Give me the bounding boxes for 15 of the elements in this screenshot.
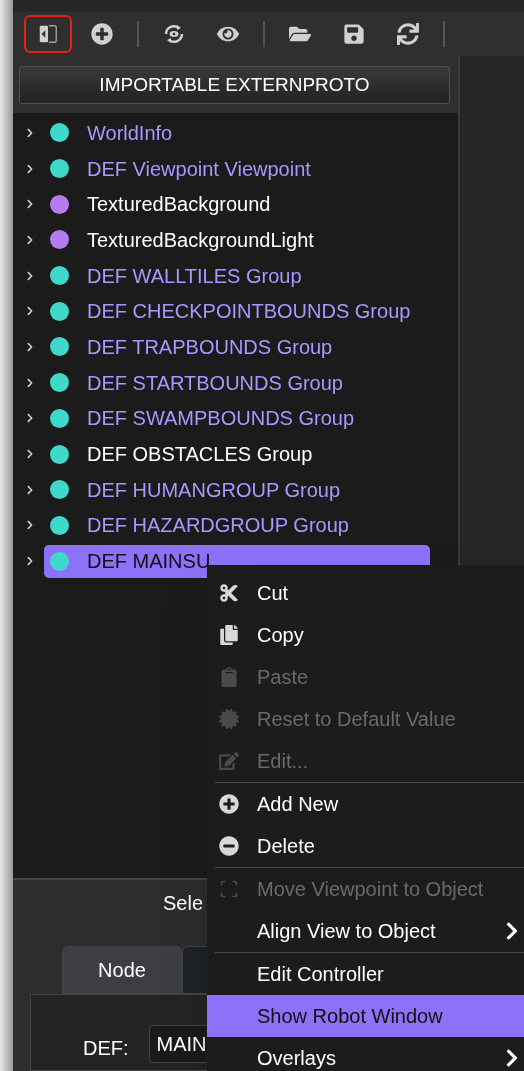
node-label: DEF HUMANGROUP Group xyxy=(87,477,340,503)
panel-title: Sele xyxy=(163,891,204,916)
def-label: DEF: xyxy=(83,1036,129,1061)
node-label: DEF HAZARDGROUP Group xyxy=(87,513,349,539)
node-label: DEF Viewpoint Viewpoint xyxy=(87,156,311,182)
node-label: DEF SWAMPBOUNDS Group xyxy=(87,406,355,432)
node-label: DEF MAINSU xyxy=(87,549,211,575)
node-label: TexturedBackgroundLight xyxy=(87,227,314,253)
node-label: DEF OBSTACLES Group xyxy=(87,442,313,468)
node-label: DEF WALLTILES Group xyxy=(87,263,302,289)
node-label: TexturedBackground xyxy=(87,192,271,218)
node-label: DEF TRAPBOUNDS Group xyxy=(87,334,333,360)
node-label: WorldInfo xyxy=(87,120,173,146)
node-label: DEF CHECKPOINTBOUNDS Group xyxy=(87,299,411,325)
node-label: DEF STARTBOUNDS Group xyxy=(87,370,343,396)
